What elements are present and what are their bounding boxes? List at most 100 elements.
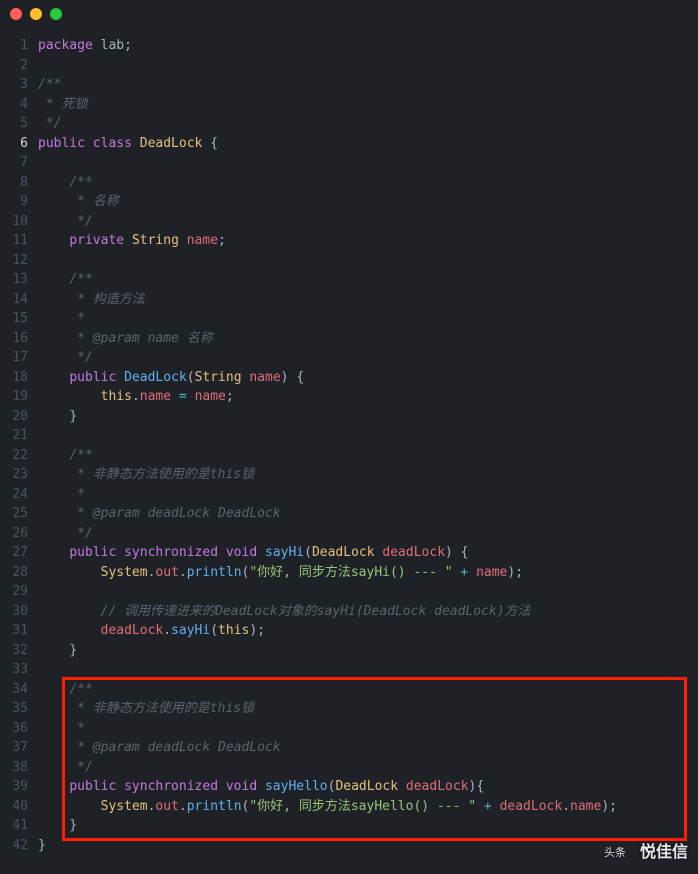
code-line[interactable]: /** [38, 446, 698, 466]
token-plain [38, 506, 69, 521]
code-line[interactable]: // 调用传递进来的DeadLock对象的sayHi(DeadLock dead… [38, 602, 698, 622]
gutter-line-number: 10 [0, 212, 32, 232]
token-cls: System [101, 799, 148, 814]
code-line[interactable] [38, 251, 698, 271]
gutter-line-number: 9 [0, 192, 32, 212]
token-kw: public [69, 370, 124, 385]
code-line[interactable]: */ [38, 348, 698, 368]
code-line[interactable]: * @param name 名称 [38, 329, 698, 349]
token-field: name [249, 370, 280, 385]
code-line[interactable] [38, 582, 698, 602]
gutter-line-number: 25 [0, 504, 32, 524]
gutter-line-number: 14 [0, 290, 32, 310]
code-line[interactable]: package lab; [38, 36, 698, 56]
code-line[interactable] [38, 153, 698, 173]
code-line[interactable]: * @param deadLock DeadLock [38, 738, 698, 758]
code-line[interactable]: public synchronized void sayHello(DeadLo… [38, 777, 698, 797]
token-cmt: * 死锁 [38, 97, 87, 112]
token-plain [38, 818, 69, 833]
code-area[interactable]: package lab;/** * 死锁 */public class Dead… [32, 36, 698, 855]
token-plain [38, 701, 69, 716]
code-line[interactable]: System.out.println("你好, 同步方法sayHi() --- … [38, 563, 698, 583]
token-plain [38, 350, 69, 365]
code-line[interactable]: * [38, 719, 698, 739]
code-line[interactable]: System.out.println("你好, 同步方法sayHello() -… [38, 797, 698, 817]
code-line[interactable]: */ [38, 212, 698, 232]
token-plain [38, 292, 69, 307]
code-line[interactable]: * [38, 485, 698, 505]
gutter-line-number: 37 [0, 738, 32, 758]
token-plain [38, 409, 69, 424]
code-line[interactable]: * @param deadLock DeadLock [38, 504, 698, 524]
token-cmt: */ [69, 214, 92, 229]
token-field: deadLock [101, 623, 164, 638]
token-plain [38, 175, 69, 190]
token-plain [38, 311, 69, 326]
gutter-line-number: 30 [0, 602, 32, 622]
code-line[interactable]: /** [38, 75, 698, 95]
token-kw: public synchronized void [69, 545, 265, 560]
code-line[interactable]: this.name = name; [38, 387, 698, 407]
code-line[interactable]: /** [38, 680, 698, 700]
code-line[interactable]: * 非静态方法使用的是this锁 [38, 465, 698, 485]
gutter-line-number: 5 [0, 114, 32, 134]
gutter-line-number: 21 [0, 426, 32, 446]
token-cmt: // 调用传递进来的DeadLock对象的sayHi(DeadLock dead… [101, 604, 531, 619]
gutter-line-number: 27 [0, 543, 32, 563]
token-plain [38, 194, 69, 209]
code-line[interactable]: deadLock.sayHi(this); [38, 621, 698, 641]
gutter-line-number: 13 [0, 270, 32, 290]
minimize-icon[interactable] [30, 8, 42, 20]
code-line[interactable] [38, 56, 698, 76]
code-line[interactable]: public class DeadLock { [38, 134, 698, 154]
code-line[interactable] [38, 660, 698, 680]
token-punct [492, 799, 500, 814]
code-line[interactable]: public DeadLock(String name) { [38, 368, 698, 388]
token-this: this [101, 389, 132, 404]
token-cmt: * [69, 721, 85, 736]
gutter-line-number: 40 [0, 797, 32, 817]
code-line[interactable]: } [38, 816, 698, 836]
code-line[interactable]: */ [38, 758, 698, 778]
gutter-line-number: 6 [0, 134, 32, 154]
gutter-line-number: 20 [0, 407, 32, 427]
token-kw: private [69, 233, 132, 248]
gutter-line-number: 29 [0, 582, 32, 602]
zoom-icon[interactable] [50, 8, 62, 20]
token-cls: DeadLock [312, 545, 382, 560]
token-punct: . [163, 623, 171, 638]
code-line[interactable]: /** [38, 270, 698, 290]
token-cmt: * 非静态方法使用的是this锁 [69, 467, 254, 482]
gutter-line-number: 1 [0, 36, 32, 56]
code-line[interactable] [38, 426, 698, 446]
close-icon[interactable] [10, 8, 22, 20]
code-line[interactable]: private String name; [38, 231, 698, 251]
token-fn: sayHi [265, 545, 304, 560]
code-line[interactable]: public synchronized void sayHi(DeadLock … [38, 543, 698, 563]
token-cmt: * [69, 311, 85, 326]
code-line[interactable]: */ [38, 524, 698, 544]
code-line[interactable]: * [38, 309, 698, 329]
token-str: "你好, 同步方法sayHello() --- " [249, 799, 476, 814]
code-line[interactable]: /** [38, 173, 698, 193]
code-line[interactable]: * 非静态方法使用的是this锁 [38, 699, 698, 719]
token-cmt: /** [69, 175, 92, 190]
token-punct [476, 799, 484, 814]
token-punct: . [179, 565, 187, 580]
token-cmt: * 非静态方法使用的是this锁 [69, 701, 254, 716]
token-plain [38, 545, 69, 560]
code-line[interactable]: * 构造方法 [38, 290, 698, 310]
code-editor[interactable]: 1234567891011121314151617181920212223242… [0, 28, 698, 855]
token-cmt: /** [69, 272, 92, 287]
token-field: out [155, 799, 178, 814]
code-line[interactable]: } [38, 407, 698, 427]
token-cmt: * 构造方法 [69, 292, 144, 307]
token-cmt: * @param name 名称 [69, 331, 212, 346]
token-cmt: */ [69, 350, 92, 365]
code-line[interactable]: * 死锁 [38, 95, 698, 115]
code-line[interactable]: * 名称 [38, 192, 698, 212]
code-line[interactable]: } [38, 836, 698, 856]
token-punct: ) [249, 623, 257, 638]
code-line[interactable]: */ [38, 114, 698, 134]
code-line[interactable]: } [38, 641, 698, 661]
